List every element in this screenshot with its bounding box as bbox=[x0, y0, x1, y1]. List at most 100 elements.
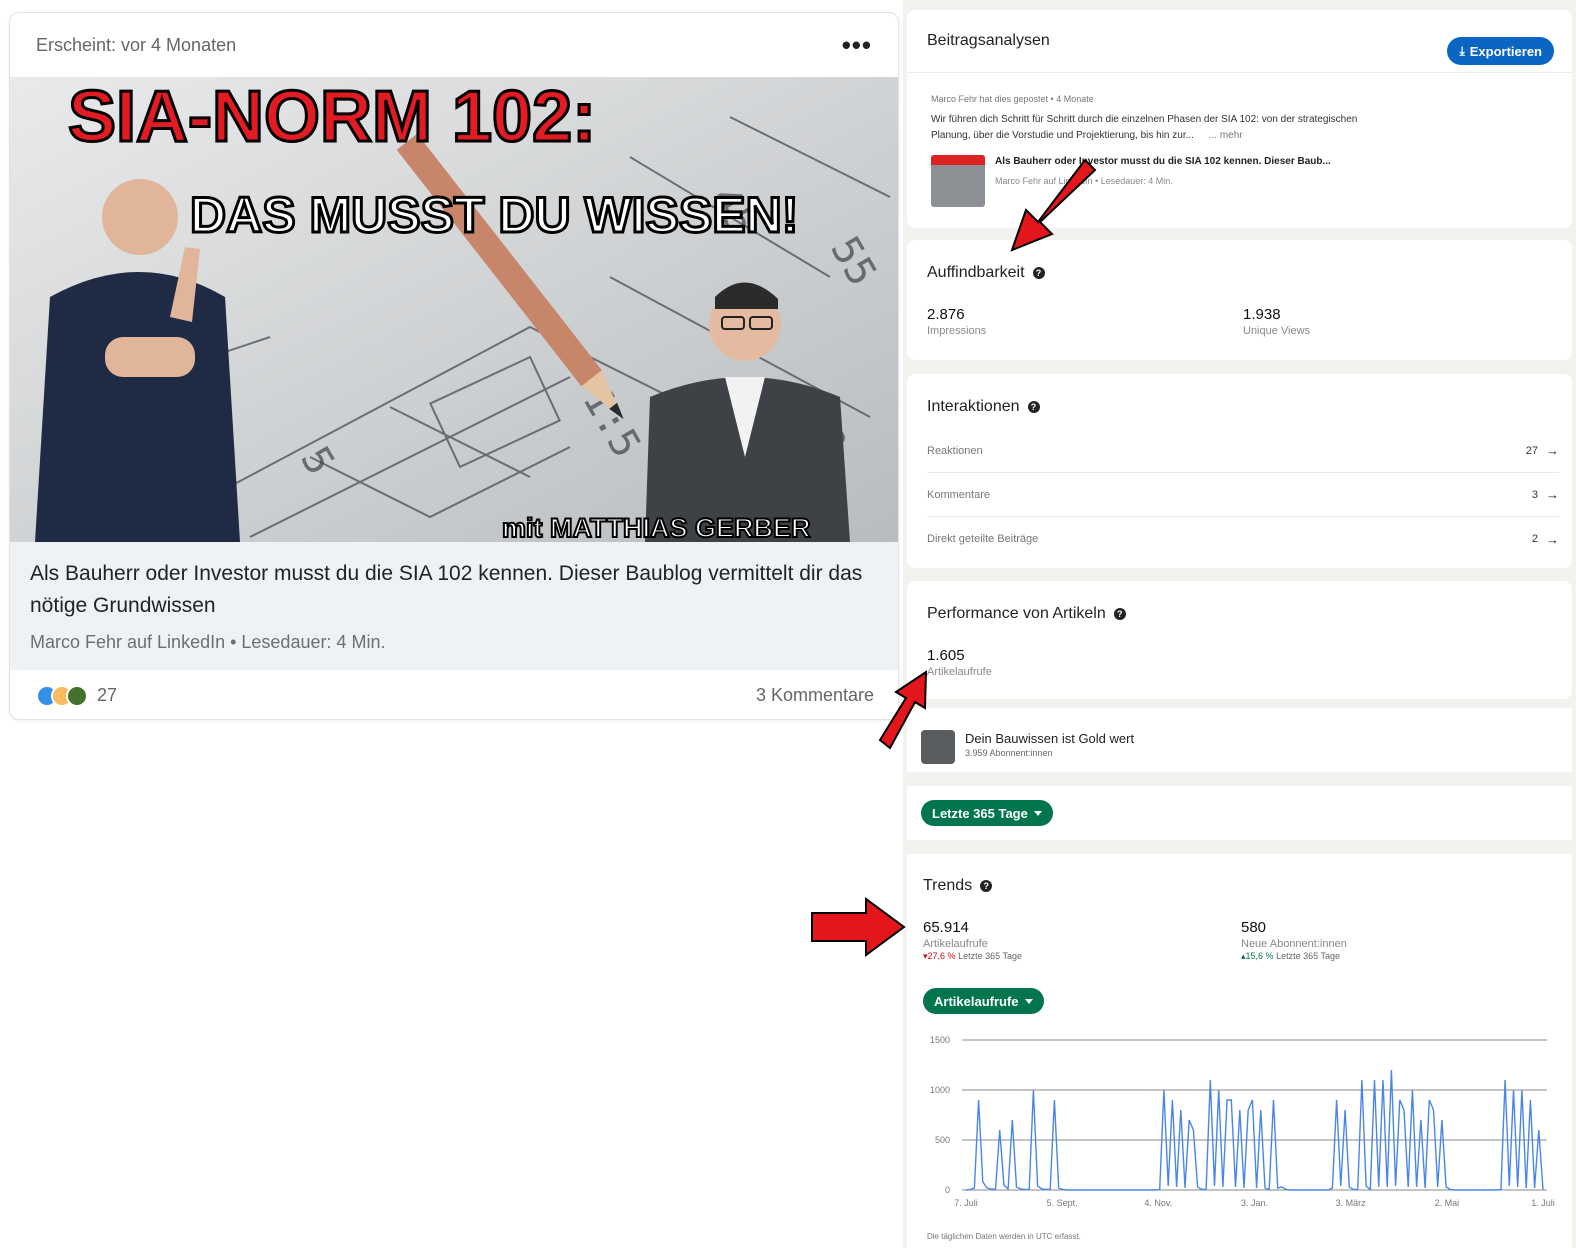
trend-views-label: Artikelaufrufe bbox=[923, 938, 988, 950]
article-source: Marco Fehr auf LinkedIn • Lesedauer: 4 M… bbox=[30, 632, 386, 652]
x-tick-label: 1. Juli bbox=[1531, 1198, 1555, 1208]
y-tick-label: 500 bbox=[935, 1135, 950, 1145]
y-tick-label: 1500 bbox=[930, 1035, 950, 1045]
download-icon: ⤓ bbox=[1459, 43, 1465, 58]
trend-subs-label: Neue Abonnent:innen bbox=[1241, 938, 1347, 950]
trend-chart: 1500 1000 500 0 7. Juli 5. Sept. 4. Nov. 3. Jan… bbox=[930, 1035, 1555, 1208]
trend-views-stat: 65.914 Artikelaufrufe ▾27,6 % Letzte 365… bbox=[923, 919, 1022, 962]
metric-dropdown[interactable]: Artikelaufrufe bbox=[923, 988, 1044, 1014]
trends-title: Trends ? bbox=[923, 877, 993, 895]
post-header: Erscheint: vor 4 Monaten ••• bbox=[10, 13, 898, 77]
trend-subs-stat: 580 Neue Abonnent:innen ▴15,6 % Letzte 3… bbox=[1241, 919, 1347, 962]
export-button[interactable]: ⤓ Exportieren bbox=[1447, 37, 1554, 65]
help-icon[interactable]: ? bbox=[1027, 401, 1040, 413]
trend-subs-value: 580 bbox=[1241, 919, 1267, 936]
trends-panel: Trends ? 65.914 Artikelaufrufe ▾27,6 % L… bbox=[907, 854, 1572, 1248]
analytics-title: Beitragsanalysen bbox=[927, 32, 1050, 49]
interaction-row-comments[interactable]: Kommentare 3 → bbox=[927, 473, 1559, 517]
arrow-right-icon: → bbox=[1546, 487, 1559, 502]
annotation-arrow-2 bbox=[878, 670, 928, 750]
help-icon[interactable]: ? bbox=[980, 880, 993, 892]
preview-text-body: Wir führen dich Schritt für Schritt durc… bbox=[931, 114, 1358, 141]
range-panel: Letzte 365 Tage bbox=[907, 786, 1572, 840]
unique-views-stat: 1.938 Unique Views bbox=[1243, 306, 1310, 337]
trend-subs-change-period: Letzte 365 Tage bbox=[1276, 951, 1340, 961]
help-icon[interactable]: ? bbox=[1113, 608, 1126, 620]
newsletter-subscribers: 3.959 Abonnent:innen bbox=[965, 748, 1053, 758]
arrow-right-icon: → bbox=[1546, 531, 1559, 547]
export-label: Exportieren bbox=[1469, 43, 1542, 59]
series-line bbox=[965, 1069, 1544, 1191]
interaction-label: Direkt geteilte Beiträge bbox=[927, 533, 1039, 545]
preview-article-thumbnail[interactable] bbox=[931, 155, 985, 207]
cover-byline: mit MATTHIAS GERBER bbox=[502, 513, 811, 542]
cover-headline: SIA-NORM 102: bbox=[68, 77, 596, 157]
interactions-title-text: Interaktionen bbox=[927, 398, 1020, 415]
post-footer: 27 3 Kommentare bbox=[10, 670, 898, 719]
trend-subs-change-value: 15,6 % bbox=[1245, 951, 1274, 961]
x-tick-label: 5. Sept. bbox=[1047, 1198, 1078, 1208]
annotation-arrow-1 bbox=[1010, 160, 1097, 252]
x-tick-label: 7. Juli bbox=[954, 1198, 978, 1208]
y-tick-label: 1000 bbox=[930, 1085, 950, 1095]
preview-author-line: Marco Fehr hat dies gepostet • 4 Monate bbox=[931, 94, 1094, 104]
trend-views-value: 65.914 bbox=[923, 919, 969, 936]
reaction-icons bbox=[36, 684, 88, 707]
interactions-title: Interaktionen ? bbox=[927, 398, 1040, 416]
newsletter-name[interactable]: Dein Bauwissen ist Gold wert bbox=[965, 731, 1134, 746]
trend-views-change-value: 27,6 % bbox=[927, 951, 956, 961]
reactions-count: 27 bbox=[97, 685, 118, 705]
impressions-value: 2.876 bbox=[927, 306, 965, 323]
x-tick-label: 2. Mai bbox=[1435, 1198, 1460, 1208]
interactions-panel: Interaktionen ? Reaktionen 27 → Kommentar… bbox=[907, 374, 1572, 568]
impressions-label: Impressions bbox=[927, 325, 987, 337]
performance-title: Performance von Artikeln ? bbox=[927, 605, 1126, 623]
preview-more-link[interactable]: ... mehr bbox=[1209, 130, 1243, 141]
discoverability-title: Auffindbarkeit ? bbox=[927, 264, 1045, 282]
newsletter-panel[interactable]: Dein Bauwissen ist Gold wert 3.959 Abonn… bbox=[907, 708, 1572, 772]
trend-subs-change: ▴15,6 % Letzte 365 Tage bbox=[1241, 951, 1347, 962]
interaction-value: 2 bbox=[1531, 533, 1538, 545]
date-range-dropdown[interactable]: Letzte 365 Tage bbox=[921, 800, 1053, 826]
discoverability-title-text: Auffindbarkeit bbox=[927, 264, 1025, 281]
interactions-list: Reaktionen 27 → Kommentare 3 → Direkt gete… bbox=[927, 429, 1559, 561]
trend-views-change: ▾27,6 % Letzte 365 Tage bbox=[923, 951, 1022, 962]
reactions-summary[interactable]: 27 bbox=[36, 684, 118, 707]
cover-subheadline: DAS MUSST DU WISSEN! bbox=[190, 187, 798, 243]
comments-link[interactable]: 3 Kommentare bbox=[756, 685, 874, 706]
article-title[interactable]: Als Bauherr oder Investor musst du die S… bbox=[30, 558, 880, 622]
impressions-stat: 2.876 Impressions bbox=[927, 306, 986, 337]
x-tick-label: 3. März bbox=[1336, 1198, 1367, 1208]
interaction-value: 3 bbox=[1531, 488, 1538, 501]
unique-views-value: 1.938 bbox=[1243, 306, 1281, 323]
help-icon[interactable]: ? bbox=[1032, 267, 1045, 279]
trends-title-text: Trends bbox=[923, 877, 973, 894]
post-card: Erscheint: vor 4 Monaten ••• 45 55 -1:5 … bbox=[9, 12, 899, 720]
performance-title-text: Performance von Artikeln bbox=[927, 605, 1106, 622]
interaction-label: Reaktionen bbox=[927, 444, 983, 457]
interaction-label: Kommentare bbox=[927, 488, 990, 501]
post-meta: Erscheint: vor 4 Monaten bbox=[36, 34, 237, 55]
interaction-row-reactions[interactable]: Reaktionen 27 → bbox=[927, 429, 1559, 473]
support-reaction-icon bbox=[66, 684, 88, 707]
x-tick-label: 3. Jan. bbox=[1241, 1198, 1268, 1208]
chart-footnote: Die täglichen Daten werden in UTC erfass… bbox=[927, 1232, 1081, 1241]
article-caption[interactable]: Als Bauherr oder Investor musst du die S… bbox=[10, 542, 898, 670]
more-options-icon[interactable]: ••• bbox=[842, 32, 872, 58]
y-tick-label: 0 bbox=[945, 1185, 950, 1195]
performance-panel: Performance von Artikeln ? 1.605 Artikel… bbox=[907, 581, 1572, 699]
metric-label: Artikelaufrufe bbox=[934, 993, 1019, 1009]
cover-illustration: 45 55 -1:5 00. 5 bbox=[10, 77, 898, 542]
interaction-value: 27 bbox=[1525, 444, 1538, 457]
divider bbox=[907, 72, 1572, 73]
arrow-right-icon: → bbox=[1546, 443, 1559, 458]
date-range-label: Letzte 365 Tage bbox=[932, 805, 1028, 821]
chevron-down-icon bbox=[1024, 998, 1033, 1004]
interaction-row-shares[interactable]: Direkt geteilte Beiträge 2 → bbox=[927, 517, 1559, 561]
article-cover-image[interactable]: 45 55 -1:5 00. 5 bbox=[10, 77, 898, 542]
preview-text: Wir führen dich Schritt für Schritt durc… bbox=[931, 112, 1371, 144]
trend-views-change-period: Letzte 365 Tage bbox=[958, 951, 1022, 961]
chevron-down-icon bbox=[1033, 810, 1042, 816]
x-tick-label: 4. Nov. bbox=[1144, 1198, 1172, 1208]
article-views-value: 1.605 bbox=[927, 647, 965, 664]
